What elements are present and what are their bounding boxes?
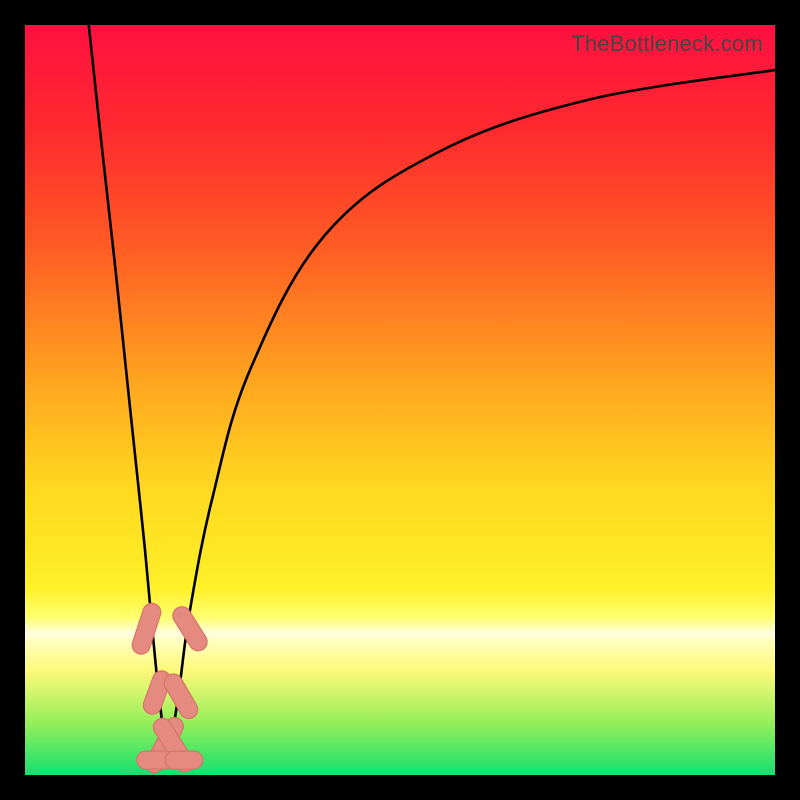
curve-left-branch bbox=[89, 25, 168, 768]
marker-capsule bbox=[169, 603, 210, 654]
curve-right-branch bbox=[168, 70, 776, 768]
optimum-markers bbox=[130, 601, 211, 775]
marker-capsule bbox=[161, 671, 201, 722]
outer-frame: TheBottleneck.com bbox=[0, 0, 800, 800]
curves-layer bbox=[25, 25, 775, 775]
plot-area: TheBottleneck.com bbox=[25, 25, 775, 775]
watermark-label: TheBottleneck.com bbox=[571, 31, 763, 57]
marker-capsule bbox=[130, 601, 163, 656]
marker-capsule bbox=[165, 751, 203, 769]
